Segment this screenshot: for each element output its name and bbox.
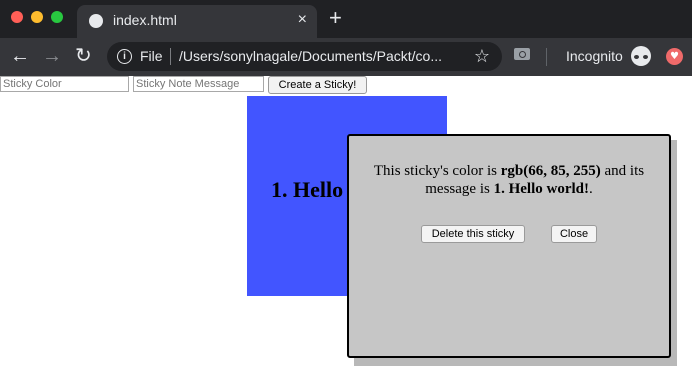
forward-arrow-icon[interactable]: → — [42, 46, 62, 66]
zoom-window-icon[interactable] — [51, 11, 63, 23]
tab-close-icon[interactable]: × — [298, 11, 307, 29]
browser-toolbar: ← → ↻ i File /Users/sonylnagale/Document… — [0, 38, 692, 76]
dialog-message-value: 1. Hello world! — [493, 181, 589, 197]
dialog-msg-prefix: This sticky's color is — [373, 163, 501, 179]
page-content: Create a Sticky! 1. Hello This sticky's … — [0, 76, 692, 368]
star-icon[interactable]: ☆ — [474, 46, 490, 67]
create-sticky-button[interactable]: Create a Sticky! — [268, 76, 367, 94]
back-arrow-icon[interactable]: ← — [10, 46, 30, 66]
url-scheme-label: File — [140, 48, 163, 64]
sticky-info-dialog: This sticky's color is rgb(66, 85, 255) … — [347, 134, 671, 358]
minimize-window-icon[interactable] — [31, 11, 43, 23]
reload-icon[interactable]: ↻ — [75, 46, 92, 66]
camera-icon[interactable] — [514, 48, 530, 60]
browser-titlebar: index.html × + — [0, 0, 692, 38]
close-dialog-button[interactable]: Close — [551, 225, 597, 243]
delete-sticky-button[interactable]: Delete this sticky — [421, 225, 525, 243]
toolbar-divider — [546, 48, 547, 66]
sticky-note-text: 1. Hello — [271, 177, 344, 202]
omnibox-divider — [170, 48, 171, 65]
dialog-color-value: rgb(66, 85, 255) — [500, 163, 601, 179]
url-text[interactable]: /Users/sonylnagale/Documents/Packt/co... — [179, 48, 459, 64]
new-tab-icon[interactable]: + — [329, 7, 342, 29]
close-window-icon[interactable] — [11, 11, 23, 23]
dialog-msg-suffix: . — [588, 181, 593, 197]
browser-tab[interactable]: index.html × — [77, 5, 317, 38]
address-bar[interactable]: i File /Users/sonylnagale/Documents/Pack… — [107, 42, 502, 71]
sticky-color-input[interactable] — [0, 76, 129, 92]
globe-icon — [89, 14, 103, 28]
dialog-message: This sticky's color is rgb(66, 85, 255) … — [349, 162, 669, 198]
tab-title: index.html — [113, 12, 177, 28]
incognito-label: Incognito — [566, 48, 623, 64]
sticky-message-input[interactable] — [133, 76, 264, 92]
info-icon[interactable]: i — [117, 49, 132, 64]
profile-icon[interactable]: ♥ — [666, 48, 683, 65]
incognito-icon[interactable] — [631, 46, 651, 66]
